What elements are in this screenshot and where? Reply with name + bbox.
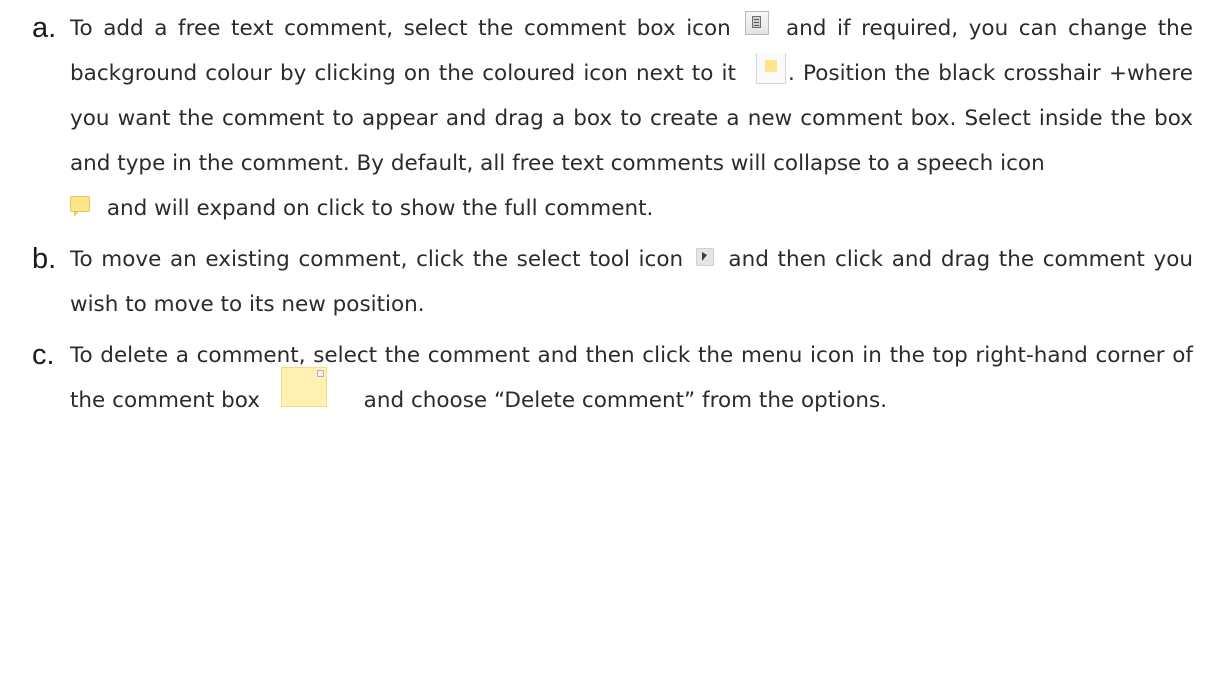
instruction-item-a: a. To add a free text comment, select th… (0, 6, 1207, 231)
instruction-text: and choose “Delete comment” from the opt… (363, 388, 888, 413)
instruction-text: To add a free text comment, select the c… (70, 16, 731, 41)
comment-box-icon (745, 11, 770, 35)
instruction-item-c: c. To delete a comment, select the comme… (0, 333, 1207, 423)
instruction-item-b: b. To move an existing comment, click th… (0, 237, 1207, 327)
comment-box-corner-icon (280, 367, 327, 407)
item-marker: c. (32, 339, 55, 371)
speech-icon (70, 196, 90, 217)
instruction-text: To move an existing comment, click the s… (70, 247, 684, 272)
select-tool-icon (695, 248, 714, 266)
instruction-text: and will expand on click to show the ful… (106, 196, 654, 221)
item-marker: b. (32, 243, 57, 275)
item-marker: a. (32, 12, 57, 44)
colour-swatch-icon (756, 52, 787, 84)
instructions-document: a. To add a free text comment, select th… (0, 0, 1207, 679)
